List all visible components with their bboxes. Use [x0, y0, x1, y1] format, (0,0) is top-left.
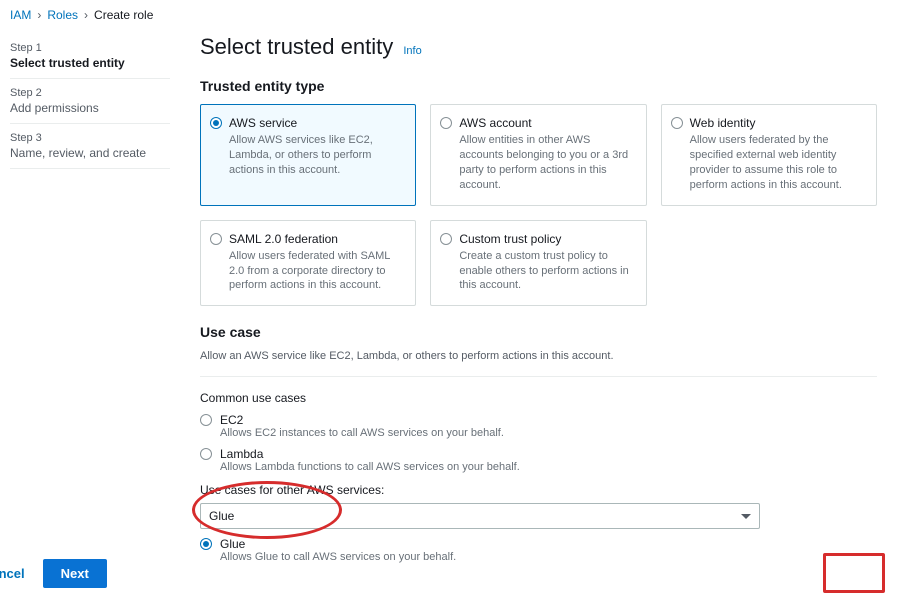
breadcrumb-current: Create role [94, 8, 153, 22]
use-case-title: EC2 [220, 413, 504, 427]
wizard-steps: Step 1 Select trusted entity Step 2 Add … [10, 34, 170, 571]
step-1[interactable]: Step 1 Select trusted entity [10, 34, 170, 79]
step-3[interactable]: Step 3 Name, review, and create [10, 124, 170, 169]
entity-title: AWS account [459, 115, 633, 131]
annotation-rect [823, 553, 885, 593]
chevron-right-icon: › [84, 8, 88, 22]
breadcrumb-iam[interactable]: IAM [10, 8, 31, 22]
common-cases-label: Common use cases [200, 391, 877, 405]
section-heading-use-case: Use case [200, 324, 877, 340]
use-case-subtitle: Allow an AWS service like EC2, Lambda, o… [200, 350, 877, 362]
step-title: Select trusted entity [10, 56, 170, 70]
use-case-lambda[interactable]: Lambda Allows Lambda functions to call A… [200, 447, 877, 473]
entity-title: SAML 2.0 federation [229, 231, 403, 247]
use-case-desc: Allows EC2 instances to call AWS service… [220, 427, 504, 439]
step-2[interactable]: Step 2 Add permissions [10, 79, 170, 124]
chevron-right-icon: › [37, 8, 41, 22]
entity-title: Web identity [690, 115, 864, 131]
dropdown-value: Glue [209, 509, 234, 523]
use-case-ec2[interactable]: EC2 Allows EC2 instances to call AWS ser… [200, 413, 877, 439]
radio-icon [200, 448, 212, 460]
use-case-desc: Allows Lambda functions to call AWS serv… [220, 461, 520, 473]
radio-icon [440, 233, 452, 245]
step-label: Step 2 [10, 87, 170, 99]
section-heading-trusted-entity: Trusted entity type [200, 78, 877, 94]
entity-title: Custom trust policy [459, 231, 633, 247]
entity-title: AWS service [229, 115, 403, 131]
entity-web-identity[interactable]: Web identity Allow users federated by th… [661, 104, 877, 206]
next-button[interactable]: Next [43, 559, 107, 588]
other-services-label: Use cases for other AWS services: [200, 483, 877, 497]
entity-desc: Allow AWS services like EC2, Lambda, or … [229, 133, 403, 178]
page-title: Select trusted entity Info [200, 34, 877, 60]
radio-icon [210, 117, 222, 129]
radio-icon [671, 117, 683, 129]
entity-saml[interactable]: SAML 2.0 federation Allow users federate… [200, 220, 416, 307]
breadcrumb-roles[interactable]: Roles [47, 8, 78, 22]
step-title: Add permissions [10, 101, 170, 115]
service-dropdown[interactable]: Glue [200, 503, 760, 529]
entity-desc: Allow entities in other AWS accounts bel… [459, 133, 633, 192]
entity-desc: Allow users federated by the specified e… [690, 133, 864, 192]
step-title: Name, review, and create [10, 146, 170, 160]
entity-desc: Create a custom trust policy to enable o… [459, 249, 633, 294]
use-case-title: Glue [220, 537, 456, 551]
radio-icon [200, 538, 212, 550]
divider [200, 376, 877, 377]
radio-icon [210, 233, 222, 245]
step-label: Step 1 [10, 42, 170, 54]
cancel-button[interactable]: Cancel [0, 566, 25, 581]
entity-aws-service[interactable]: AWS service Allow AWS services like EC2,… [200, 104, 416, 206]
use-case-title: Lambda [220, 447, 520, 461]
entity-desc: Allow users federated with SAML 2.0 from… [229, 249, 403, 294]
radio-icon [200, 414, 212, 426]
radio-icon [440, 117, 452, 129]
step-label: Step 3 [10, 132, 170, 144]
caret-down-icon [741, 514, 751, 519]
entity-custom-policy[interactable]: Custom trust policy Create a custom trus… [430, 220, 646, 307]
breadcrumb: IAM › Roles › Create role [0, 0, 897, 34]
entity-aws-account[interactable]: AWS account Allow entities in other AWS … [430, 104, 646, 206]
info-link[interactable]: Info [403, 45, 421, 57]
